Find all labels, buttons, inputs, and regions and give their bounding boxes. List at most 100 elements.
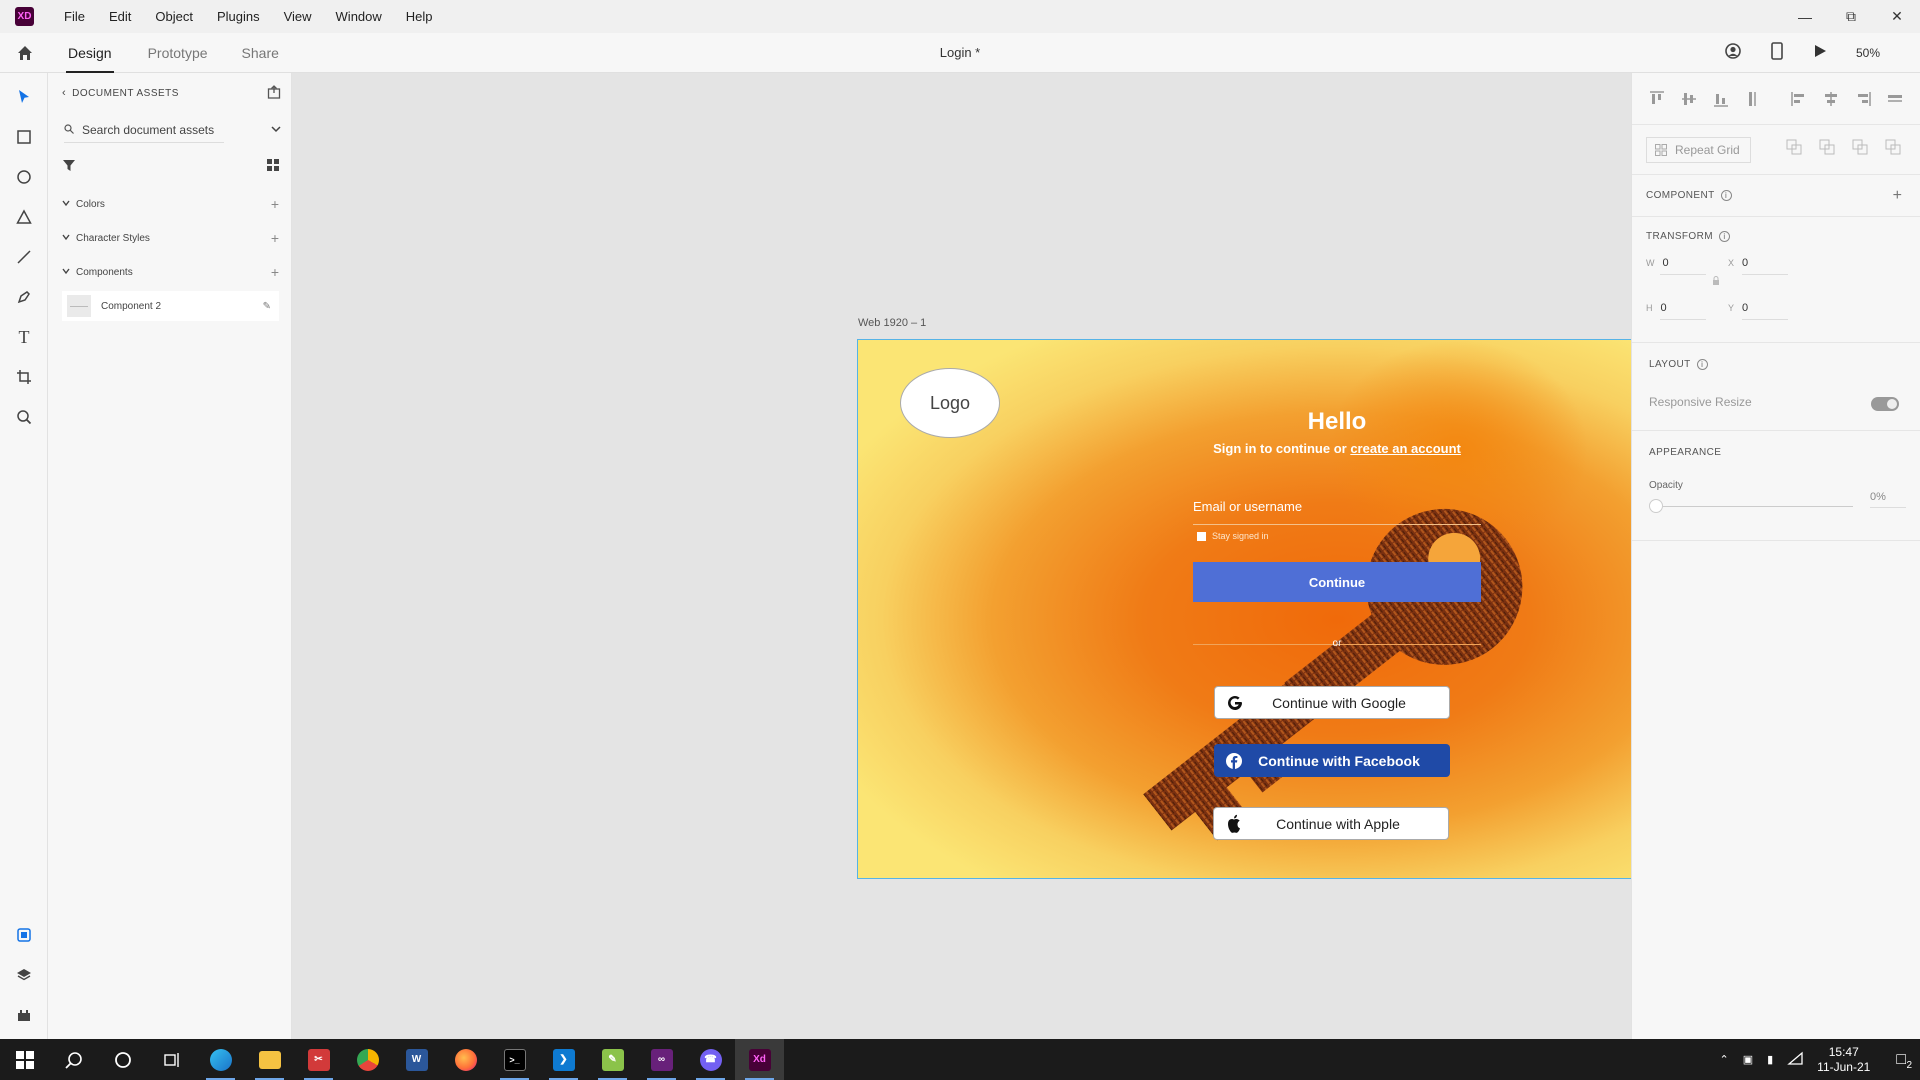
terminal-icon[interactable]: >_ xyxy=(490,1039,539,1080)
ellipse-tool-icon[interactable] xyxy=(0,157,48,197)
responsive-resize-toggle[interactable] xyxy=(1871,397,1899,411)
add-component-icon[interactable]: + xyxy=(271,264,279,280)
opacity-value[interactable]: 0% xyxy=(1870,491,1906,508)
menu-help[interactable]: Help xyxy=(394,9,445,24)
select-tool-icon[interactable] xyxy=(0,77,48,117)
firefox-icon[interactable] xyxy=(441,1039,490,1080)
assets-search[interactable]: Search document assets xyxy=(48,113,291,147)
network-adapter-icon[interactable]: ▣ xyxy=(1743,1053,1753,1066)
layers-panel-icon[interactable] xyxy=(0,955,48,995)
y-field[interactable]: Y0 xyxy=(1728,302,1788,320)
align-left-icon[interactable] xyxy=(1790,90,1808,108)
visual-studio-icon[interactable]: ∞ xyxy=(637,1039,686,1080)
boolean-intersect-icon[interactable] xyxy=(1852,139,1868,160)
restore-button[interactable]: ⧉ xyxy=(1828,0,1874,33)
home-icon[interactable] xyxy=(0,44,49,62)
device-preview-icon[interactable] xyxy=(1770,42,1784,63)
continue-button[interactable]: Continue xyxy=(1193,562,1481,602)
zoom-tool-icon[interactable] xyxy=(0,397,48,437)
section-character-styles[interactable]: Character Styles + xyxy=(48,221,291,255)
pen-tool-icon[interactable] xyxy=(0,277,48,317)
play-preview-icon[interactable] xyxy=(1812,43,1828,62)
account-icon[interactable] xyxy=(1724,42,1742,63)
design-canvas[interactable]: Web 1920 – 1 Logo Hello Sign in to conti… xyxy=(292,73,1817,1039)
tab-share[interactable]: Share xyxy=(240,33,281,73)
line-tool-icon[interactable] xyxy=(0,237,48,277)
add-component-icon[interactable]: + xyxy=(1893,187,1902,205)
section-components[interactable]: Components + xyxy=(48,255,291,289)
menu-edit[interactable]: Edit xyxy=(97,9,143,24)
align-bottom-icon[interactable] xyxy=(1712,90,1730,108)
menu-file[interactable]: File xyxy=(52,9,97,24)
height-field[interactable]: H0 xyxy=(1646,302,1706,320)
repeat-grid-button[interactable]: Repeat Grid xyxy=(1646,136,1751,163)
grid-view-icon[interactable] xyxy=(267,158,279,176)
add-color-icon[interactable]: + xyxy=(271,196,279,212)
boolean-subtract-icon[interactable] xyxy=(1819,139,1835,160)
task-view-icon[interactable] xyxy=(147,1039,196,1080)
clock[interactable]: 15:47 11-Jun-21 xyxy=(1817,1045,1870,1075)
align-middle-icon[interactable] xyxy=(1680,90,1698,108)
artboard-label[interactable]: Web 1920 – 1 xyxy=(858,317,926,329)
continue-with-apple-button[interactable]: Continue with Apple xyxy=(1213,807,1449,840)
tab-design[interactable]: Design xyxy=(66,33,114,73)
component-item[interactable]: Component 2 ✎ xyxy=(62,291,279,321)
distribute-vertical-icon[interactable] xyxy=(1744,90,1762,108)
info-icon[interactable]: i xyxy=(1718,231,1730,242)
align-right-icon[interactable] xyxy=(1854,90,1872,108)
search-input[interactable]: Search document assets xyxy=(82,123,214,137)
word-icon[interactable]: W xyxy=(392,1039,441,1080)
vscode-icon[interactable]: ❯ xyxy=(539,1039,588,1080)
menu-object[interactable]: Object xyxy=(143,9,205,24)
back-chevron-icon[interactable]: ‹ xyxy=(62,87,66,99)
lock-aspect-icon[interactable] xyxy=(1712,273,1720,291)
filter-icon[interactable] xyxy=(62,158,76,177)
stay-signed-in-checkbox[interactable] xyxy=(1197,531,1206,541)
menu-window[interactable]: Window xyxy=(324,9,394,24)
text-tool-icon[interactable]: T xyxy=(0,317,48,357)
plugins-panel-icon[interactable] xyxy=(0,995,48,1035)
viber-icon[interactable]: ☎ xyxy=(686,1039,735,1080)
section-colors[interactable]: Colors + xyxy=(48,187,291,221)
chevron-up-icon[interactable]: ⌃ xyxy=(1719,1053,1728,1066)
edit-pencil-icon[interactable]: ✎ xyxy=(263,301,271,312)
file-explorer-icon[interactable] xyxy=(245,1039,294,1080)
info-icon[interactable]: i xyxy=(1720,189,1732,201)
snipping-tool-icon[interactable]: ✂ xyxy=(294,1039,343,1080)
menu-plugins[interactable]: Plugins xyxy=(205,9,272,24)
chevron-down-icon[interactable] xyxy=(271,123,281,137)
continue-with-google-button[interactable]: Continue with Google xyxy=(1214,686,1450,719)
chrome-canary-icon[interactable] xyxy=(343,1039,392,1080)
align-center-icon[interactable] xyxy=(1822,90,1840,108)
distribute-horizontal-icon[interactable] xyxy=(1886,90,1904,108)
adobe-xd-icon[interactable]: Xd xyxy=(735,1039,784,1080)
stay-signed-in[interactable]: Stay signed in xyxy=(1197,531,1269,541)
assets-panel-icon[interactable] xyxy=(0,915,48,955)
email-username-field[interactable]: Email or username xyxy=(1193,495,1481,525)
boolean-exclude-icon[interactable] xyxy=(1885,139,1901,160)
cortana-icon[interactable] xyxy=(98,1039,147,1080)
close-window-button[interactable]: ✕ xyxy=(1874,0,1920,33)
minimize-button[interactable]: — xyxy=(1782,0,1828,33)
boolean-add-icon[interactable] xyxy=(1786,139,1802,160)
notification-center-icon[interactable]: □ 2 xyxy=(1896,1051,1912,1071)
x-field[interactable]: X0 xyxy=(1728,257,1788,275)
tab-prototype[interactable]: Prototype xyxy=(146,33,210,73)
artboard-tool-icon[interactable] xyxy=(0,357,48,397)
info-icon[interactable]: i xyxy=(1696,359,1708,370)
add-character-style-icon[interactable]: + xyxy=(271,230,279,246)
opacity-slider-track[interactable] xyxy=(1663,506,1853,507)
width-field[interactable]: W0 xyxy=(1646,257,1706,275)
taskbar-search-icon[interactable] xyxy=(49,1039,98,1080)
opacity-slider-handle[interactable] xyxy=(1649,499,1663,513)
start-windows-icon[interactable] xyxy=(0,1039,49,1080)
continue-with-facebook-button[interactable]: Continue with Facebook xyxy=(1214,744,1450,777)
wifi-icon[interactable] xyxy=(1787,1051,1803,1068)
rectangle-tool-icon[interactable] xyxy=(0,117,48,157)
menu-view[interactable]: View xyxy=(272,9,324,24)
create-account-link[interactable]: create an account xyxy=(1350,441,1461,456)
battery-icon[interactable]: ▮ xyxy=(1767,1053,1773,1066)
zoom-level[interactable]: 50% xyxy=(1856,46,1880,60)
edge-browser-icon[interactable] xyxy=(196,1039,245,1080)
notepad-plus-icon[interactable]: ✎ xyxy=(588,1039,637,1080)
